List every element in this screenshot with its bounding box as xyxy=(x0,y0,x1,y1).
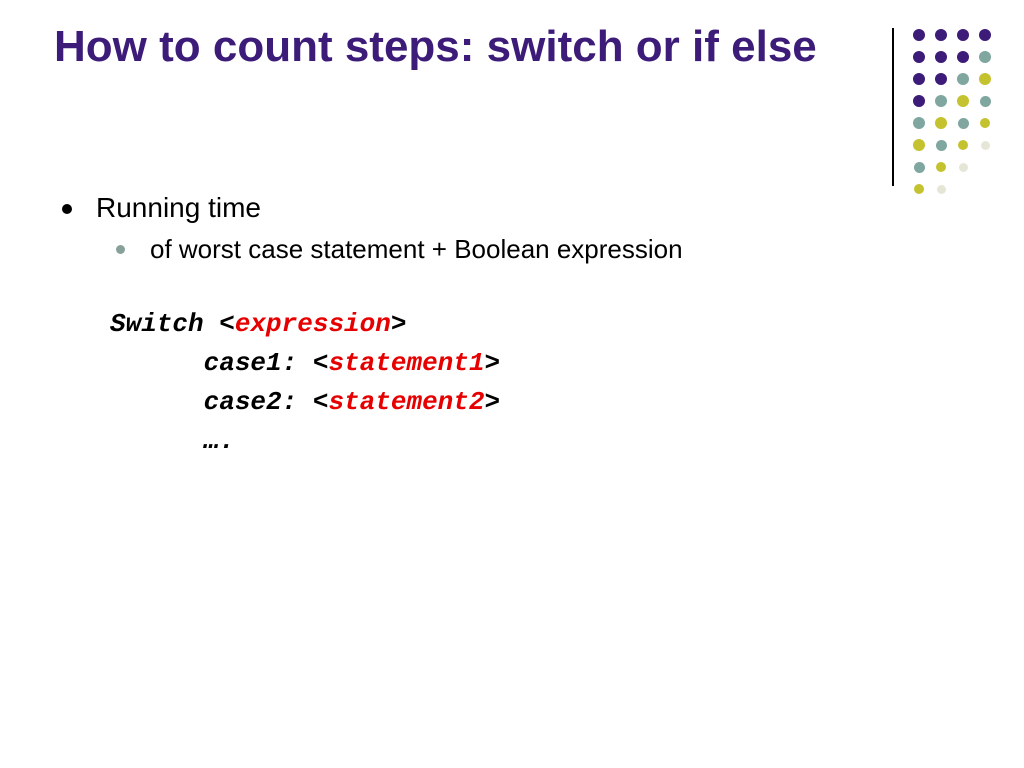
decorative-dot xyxy=(980,96,991,107)
decorative-dot xyxy=(913,73,925,85)
decorative-dot xyxy=(913,117,925,129)
dot-row xyxy=(908,134,996,156)
bullet-text: Running time xyxy=(96,192,261,223)
decorative-dot xyxy=(979,51,991,63)
bullet-list-level2: of worst case statement + Boolean expres… xyxy=(96,234,922,265)
title-container: How to count steps: switch or if else xyxy=(54,22,884,73)
vertical-divider xyxy=(892,28,894,186)
code-placeholder: statement1 xyxy=(328,348,484,378)
dot-row xyxy=(908,112,996,134)
code-text: > xyxy=(391,309,407,339)
decorative-dot xyxy=(935,29,947,41)
decorative-dot xyxy=(935,117,947,129)
dot-row xyxy=(908,24,996,46)
slide: How to count steps: switch or if else Ru… xyxy=(0,0,1024,768)
decorative-dot xyxy=(958,118,969,129)
decorative-dot xyxy=(937,185,946,194)
decorative-dot xyxy=(935,95,947,107)
code-placeholder: expression xyxy=(235,309,391,339)
decorative-dot xyxy=(979,73,991,85)
code-text: Switch < xyxy=(110,309,235,339)
code-block: Switch <expression> case1: <statement1> … xyxy=(110,305,500,461)
code-text: case2: < xyxy=(204,387,329,417)
bullet-level2-item: of worst case statement + Boolean expres… xyxy=(96,234,922,265)
decorative-dot-grid xyxy=(908,24,996,200)
decorative-dot xyxy=(935,73,947,85)
code-placeholder: statement2 xyxy=(328,387,484,417)
dot-row xyxy=(908,90,996,112)
decorative-dot xyxy=(979,29,991,41)
dot-row xyxy=(908,156,996,178)
decorative-dot xyxy=(958,140,968,150)
dot-row xyxy=(908,68,996,90)
slide-title: How to count steps: switch or if else xyxy=(54,22,884,73)
decorative-dot xyxy=(936,162,946,172)
decorative-dot xyxy=(980,118,990,128)
decorative-dot xyxy=(913,29,925,41)
decorative-dot xyxy=(957,95,969,107)
decorative-dot xyxy=(981,141,990,150)
code-text: case1: < xyxy=(204,348,329,378)
decorative-dot xyxy=(935,51,947,63)
dot-row xyxy=(908,46,996,68)
code-text: > xyxy=(484,348,500,378)
bullet-level1-item: Running time of worst case statement + B… xyxy=(62,192,922,265)
decorative-dot xyxy=(957,29,969,41)
decorative-dot xyxy=(957,73,969,85)
decorative-dot xyxy=(957,51,969,63)
code-text: …. xyxy=(204,426,235,456)
bullet-text: of worst case statement + Boolean expres… xyxy=(150,234,683,264)
code-text: > xyxy=(484,387,500,417)
body-text: Running time of worst case statement + B… xyxy=(62,192,922,275)
decorative-dot xyxy=(913,139,925,151)
decorative-dot xyxy=(936,140,947,151)
decorative-dot xyxy=(913,95,925,107)
decorative-dot xyxy=(959,163,968,172)
decorative-dot xyxy=(913,51,925,63)
bullet-list-level1: Running time of worst case statement + B… xyxy=(62,192,922,265)
decorative-dot xyxy=(914,162,925,173)
